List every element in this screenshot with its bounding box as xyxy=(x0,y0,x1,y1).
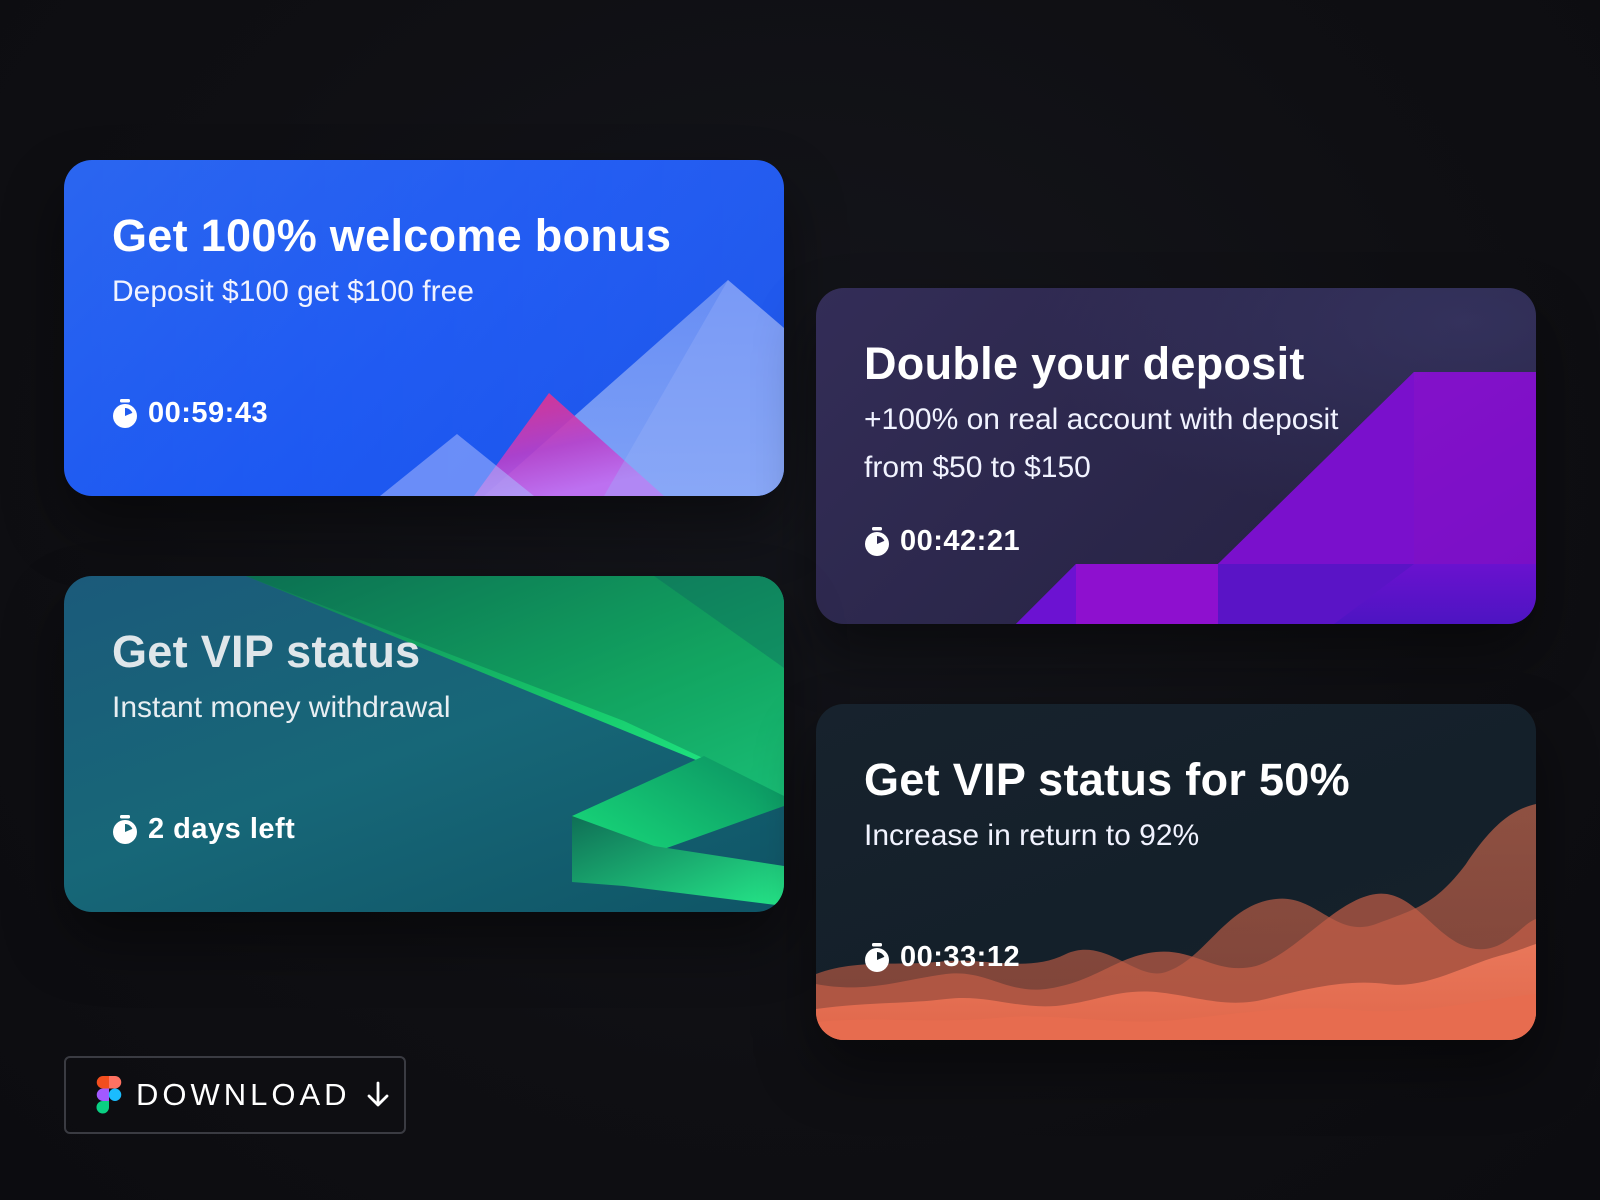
card-subtitle: Deposit $100 get $100 free xyxy=(112,275,474,308)
card-title: Get VIP status xyxy=(112,626,421,677)
arrow-down-icon xyxy=(367,1081,388,1107)
stopwatch-icon xyxy=(865,942,889,972)
card-timer: 00:42:21 xyxy=(864,525,1020,558)
stopwatch-icon xyxy=(865,526,889,556)
card-title: Get VIP status for 50% xyxy=(864,754,1350,805)
stopwatch-icon xyxy=(113,398,137,428)
promo-card-double-deposit[interactable]: Double your deposit +100% on real accoun… xyxy=(816,288,1536,624)
download-button[interactable]: DOWNLOAD xyxy=(64,1056,406,1134)
promo-card-welcome-bonus[interactable]: Get 100% welcome bonus Deposit $100 get … xyxy=(64,160,784,496)
timer-value: 00:33:12 xyxy=(900,941,1021,973)
card-subtitle: Instant money withdrawal xyxy=(112,691,451,724)
promo-card-vip-status-50[interactable]: Get VIP status for 50% Increase in retur… xyxy=(816,704,1536,1040)
card-title: Get 100% welcome bonus xyxy=(112,210,672,261)
card-timer: 2 days left xyxy=(112,813,295,846)
card-subtitle-line-2: from $50 to $150 xyxy=(864,451,1091,484)
card-subtitle: Increase in return to 92% xyxy=(864,819,1200,852)
timer-value: 00:59:43 xyxy=(148,397,269,429)
card-subtitle-line-1: +100% on real account with deposit xyxy=(864,403,1339,436)
promo-card-vip-status[interactable]: Get VIP status Instant money withdrawal … xyxy=(64,576,784,912)
download-label: DOWNLOAD xyxy=(136,1077,351,1112)
card-title: Double your deposit xyxy=(864,338,1305,389)
card-timer: 00:59:43 xyxy=(112,397,268,430)
card-timer: 00:33:12 xyxy=(864,941,1020,974)
stopwatch-icon xyxy=(113,814,137,844)
timer-value: 00:42:21 xyxy=(900,525,1021,557)
figma-logo-icon xyxy=(96,1076,122,1114)
timer-value: 2 days left xyxy=(148,813,296,845)
